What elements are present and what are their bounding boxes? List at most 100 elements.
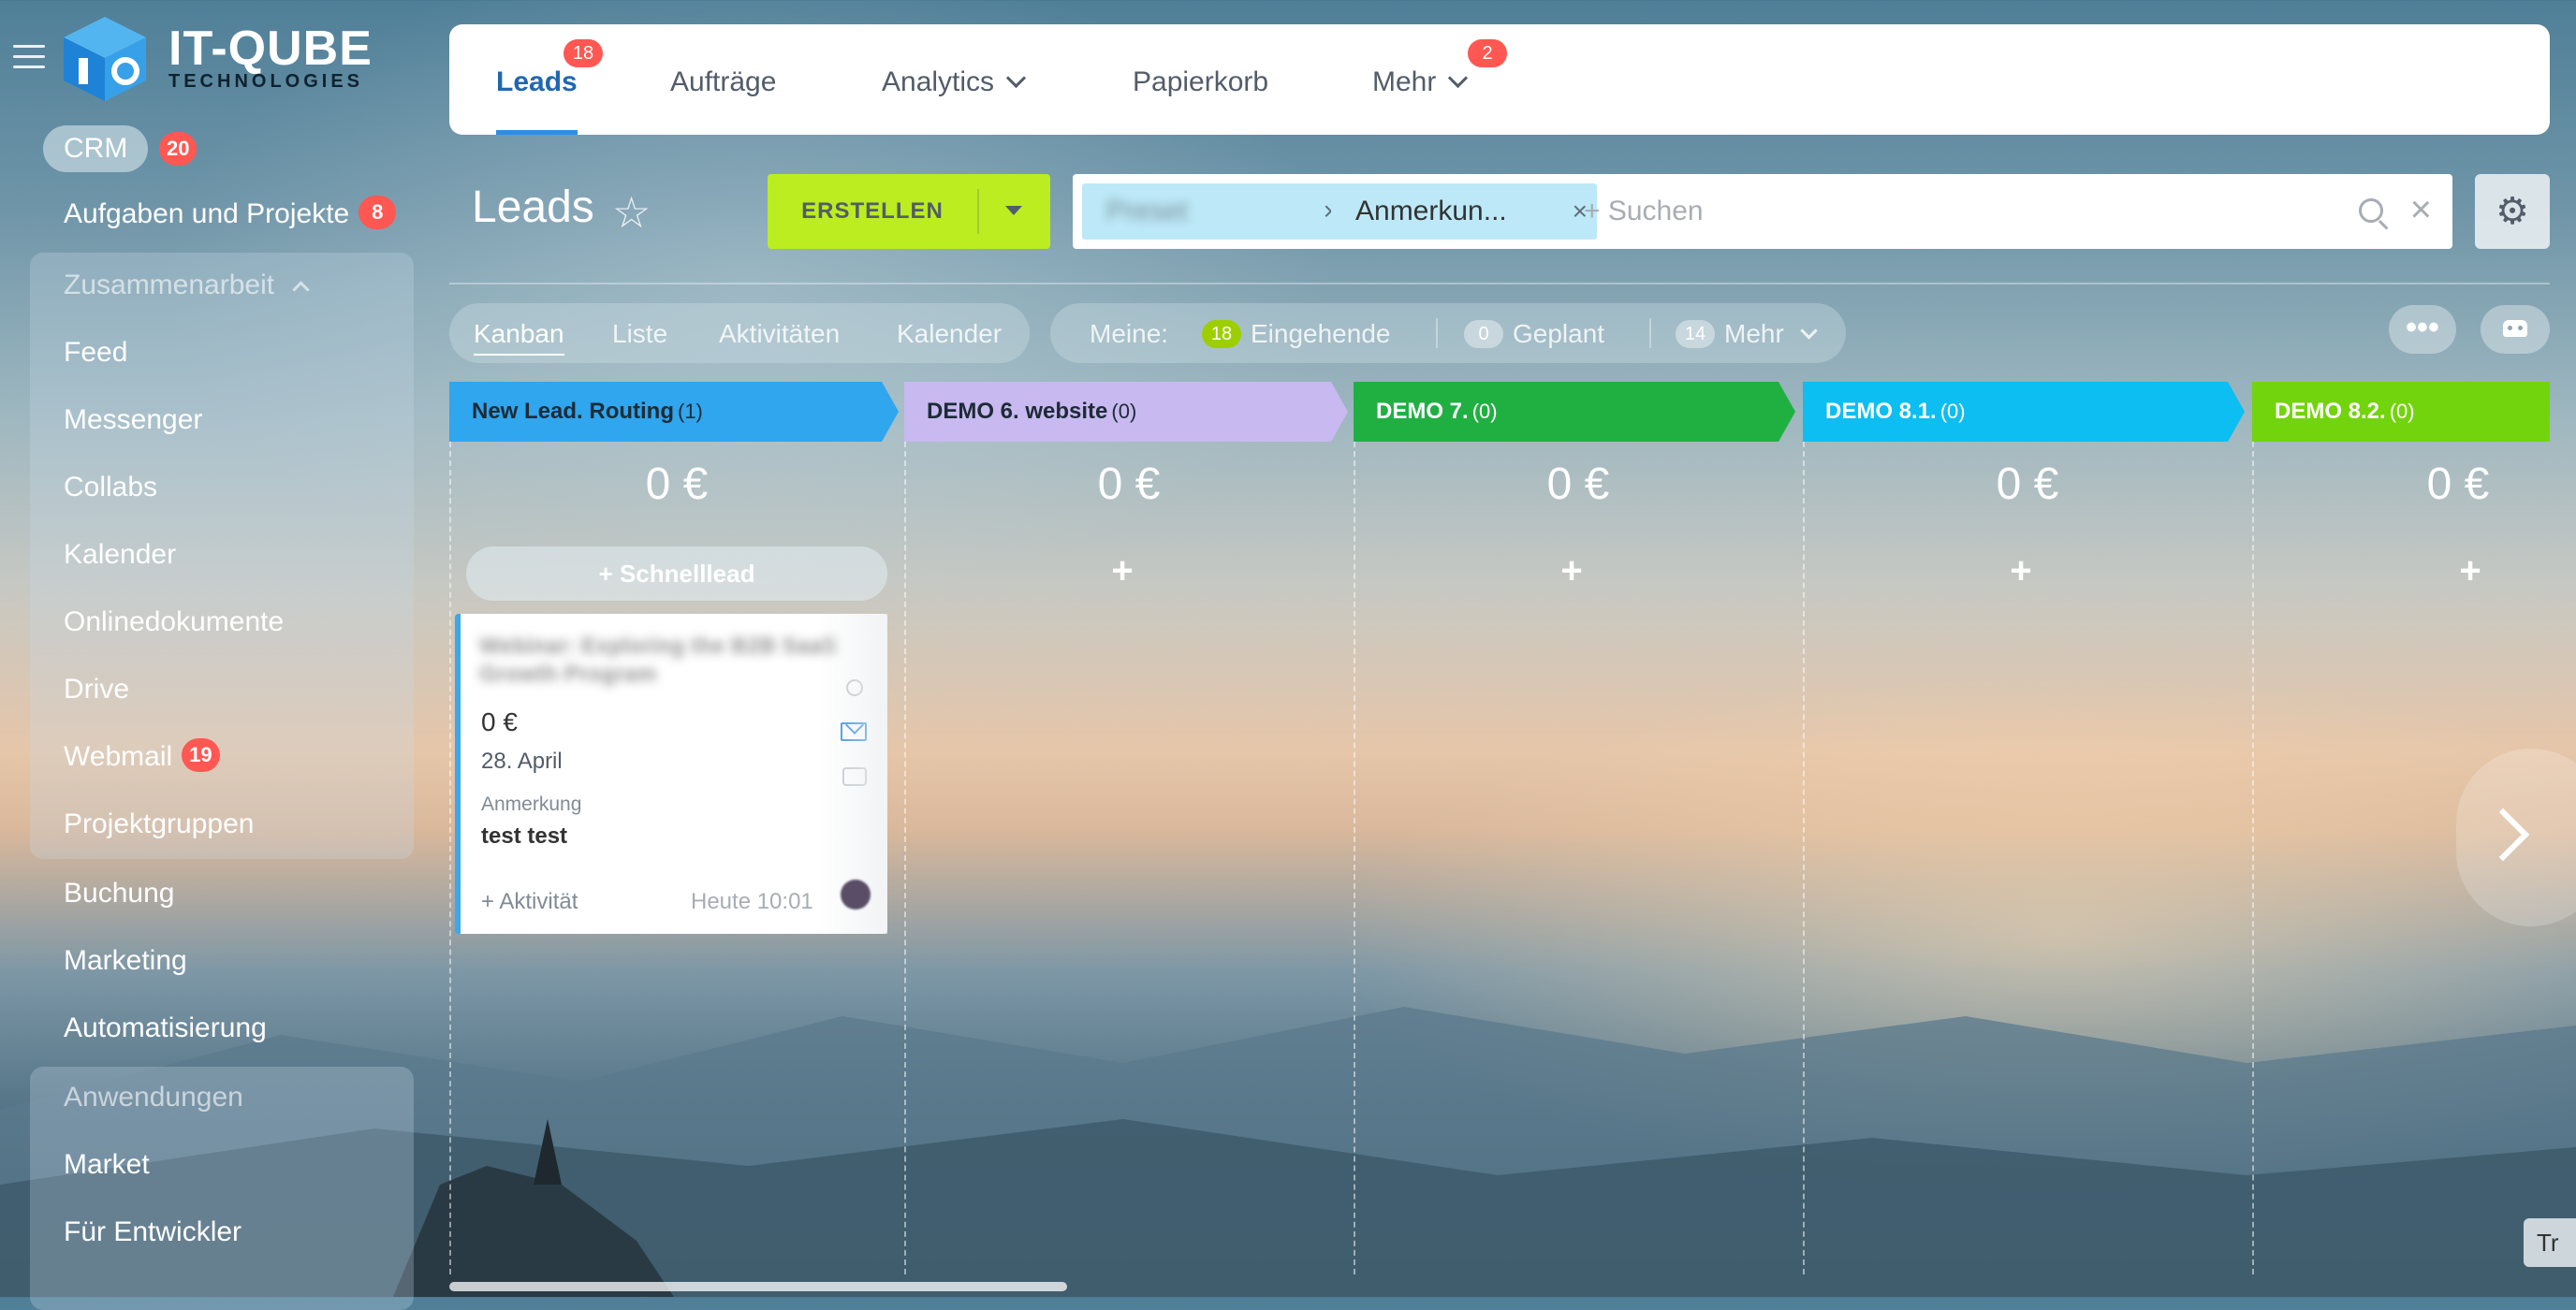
chevron-down-icon xyxy=(1799,322,1818,340)
column-header-demo82[interactable]: DEMO 8.2. (0) xyxy=(2252,382,2550,442)
create-button-divider xyxy=(977,189,979,234)
tab-label: Leads xyxy=(496,66,578,97)
counter-label: Geplant xyxy=(1513,319,1605,348)
view-kanban[interactable]: Kanban xyxy=(474,303,564,365)
sidebar-item-booking[interactable]: Buchung xyxy=(64,878,174,910)
more-options-icon[interactable]: ••• xyxy=(2389,305,2456,354)
counter-incoming[interactable]: 18 Eingehende xyxy=(1202,303,1390,365)
planned-count: 0 xyxy=(1464,320,1503,348)
tab-orders[interactable]: Aufträge xyxy=(670,24,776,135)
page-title: Leads xyxy=(472,182,594,232)
settings-gear-icon[interactable]: ⚙ xyxy=(2475,174,2550,249)
tab-label: Mehr xyxy=(1372,66,1437,97)
column-sum: 0 € xyxy=(645,459,709,509)
logo-title: IT-QUBE xyxy=(168,21,373,76)
column-header-demo7[interactable]: DEMO 7. (0) xyxy=(1354,382,1795,442)
add-item-plus-icon[interactable]: + xyxy=(1803,550,2239,592)
scroll-right-arrow-icon[interactable] xyxy=(2456,749,2576,926)
counter-separator xyxy=(1436,318,1438,348)
chevron-down-icon xyxy=(1448,67,1469,89)
lead-card[interactable]: Webinar: Exploring the B2B SaaS Growth P… xyxy=(455,614,887,934)
counter-planned[interactable]: 0 Geplant xyxy=(1464,303,1604,365)
filter-chip-blurred-label: Preset xyxy=(1106,196,1188,226)
view-list[interactable]: Liste xyxy=(612,303,667,365)
collaboration-group-title[interactable]: Zusammenarbeit xyxy=(64,269,311,301)
sidebar-item-webmail[interactable]: Webmail 19 xyxy=(64,738,220,775)
counters-bar: Meine: 18 Eingehende 0 Geplant 14 Mehr xyxy=(1050,303,1846,363)
horizontal-scrollbar[interactable] xyxy=(449,1282,1067,1291)
tab-more[interactable]: Mehr 2 xyxy=(1372,24,1507,135)
tab-trash[interactable]: Papierkorb xyxy=(1133,24,1268,135)
sidebar-item-label: Webmail xyxy=(64,741,173,772)
favorite-star-icon[interactable]: ☆ xyxy=(612,187,651,238)
create-dropdown-arrow-icon[interactable] xyxy=(1005,206,1022,215)
sidebar-item-marketing[interactable]: Marketing xyxy=(64,945,187,977)
view-activities[interactable]: Aktivitäten xyxy=(719,303,840,365)
create-button[interactable]: ERSTELLEN xyxy=(768,174,1050,249)
counter-label: Mehr xyxy=(1724,319,1784,348)
sidebar-item-calendar[interactable]: Kalender xyxy=(64,539,176,571)
column-header-demo6[interactable]: DEMO 6. website (0) xyxy=(904,382,1348,442)
filter-chip-note[interactable]: Anmerkun... × xyxy=(1331,183,1597,240)
quick-lead-label: Schnelllead xyxy=(619,560,755,588)
view-calendar[interactable]: Kalender xyxy=(897,303,1002,365)
automation-robot-icon[interactable] xyxy=(2481,305,2550,354)
avatar[interactable] xyxy=(841,880,871,910)
filter-chip-preset[interactable]: Preset × xyxy=(1082,183,1348,240)
quick-lead-button[interactable]: + Schnelllead xyxy=(466,546,887,601)
search-icon[interactable] xyxy=(2359,198,2383,223)
sidebar-item-project-groups[interactable]: Projektgruppen xyxy=(64,808,254,840)
column-count: (0) xyxy=(2389,400,2415,423)
chat-icon[interactable] xyxy=(842,767,867,786)
chevron-up-icon xyxy=(292,281,311,298)
add-item-plus-icon[interactable]: + xyxy=(904,550,1340,592)
add-activity-link[interactable]: + Aktivität xyxy=(481,889,578,915)
edge-tab[interactable]: Tr xyxy=(2524,1218,2576,1267)
my-counters-label: Meine: xyxy=(1090,319,1169,348)
column-count: (1) xyxy=(678,400,703,423)
add-item-plus-icon[interactable]: + xyxy=(1354,550,1790,592)
tab-analytics[interactable]: Analytics xyxy=(882,24,1027,135)
column-title: DEMO 7. xyxy=(1376,399,1469,424)
menu-icon[interactable] xyxy=(13,45,45,69)
counter-label: Eingehende xyxy=(1251,319,1391,348)
column-title: DEMO 6. website xyxy=(927,399,1108,424)
lead-card-title-blurred[interactable]: Webinar: Exploring the B2B SaaS Growth P… xyxy=(479,633,854,689)
search-input[interactable]: + Suchen xyxy=(1584,174,1704,249)
company-logo[interactable]: IT-QUBE TECHNOLOGIES xyxy=(58,13,373,103)
column-sum: 0 € xyxy=(1097,459,1161,509)
column-header-demo81[interactable]: DEMO 8.1. (0) xyxy=(1803,382,2245,442)
column-count: (0) xyxy=(1111,400,1137,423)
sidebar-item-drive[interactable]: Drive xyxy=(64,674,129,706)
applications-group-title[interactable]: Anwendungen xyxy=(64,1082,243,1114)
column-title: New Lead. Routing xyxy=(472,399,674,424)
phone-icon[interactable] xyxy=(846,679,863,696)
sidebar-item-feed[interactable]: Feed xyxy=(64,337,127,369)
column-divider xyxy=(449,442,451,1274)
sidebar-item-messenger[interactable]: Messenger xyxy=(64,404,202,436)
sidebar-item-developers[interactable]: Für Entwickler xyxy=(64,1216,242,1248)
lead-field-value: test test xyxy=(481,823,568,849)
sidebar-item-collabs[interactable]: Collabs xyxy=(64,472,157,503)
tab-leads[interactable]: Leads 18 xyxy=(496,24,603,135)
sidebar-item-tasks[interactable]: Aufgaben und Projekte 8 xyxy=(64,196,397,232)
search-filter-box[interactable]: Preset × Anmerkun... × + Suchen × xyxy=(1073,174,2452,249)
sidebar-item-market[interactable]: Market xyxy=(64,1149,150,1181)
lead-amount: 0 € xyxy=(481,707,518,736)
sidebar-item-automation[interactable]: Automatisierung xyxy=(64,1012,267,1044)
column-header-new-lead[interactable]: New Lead. Routing (1) xyxy=(449,382,899,442)
chevron-down-icon xyxy=(1005,67,1027,89)
webmail-badge: 19 xyxy=(182,738,220,773)
add-item-plus-icon[interactable]: + xyxy=(2252,550,2576,592)
top-tab-bar: Leads 18 Aufträge Analytics Papierkorb M… xyxy=(449,24,2550,135)
tasks-badge: 8 xyxy=(359,196,397,230)
sidebar-item-online-docs[interactable]: Onlinedokumente xyxy=(64,606,284,638)
sidebar-item-crm[interactable]: CRM xyxy=(43,125,149,172)
header-divider xyxy=(449,283,2550,284)
counter-separator xyxy=(1649,318,1651,348)
more-badge: 2 xyxy=(1468,39,1507,67)
counter-more[interactable]: 14 Mehr xyxy=(1676,303,1818,365)
lead-field-label: Anmerkung xyxy=(481,793,582,815)
clear-search-icon[interactable]: × xyxy=(2410,189,2432,231)
mail-icon[interactable] xyxy=(841,722,867,741)
